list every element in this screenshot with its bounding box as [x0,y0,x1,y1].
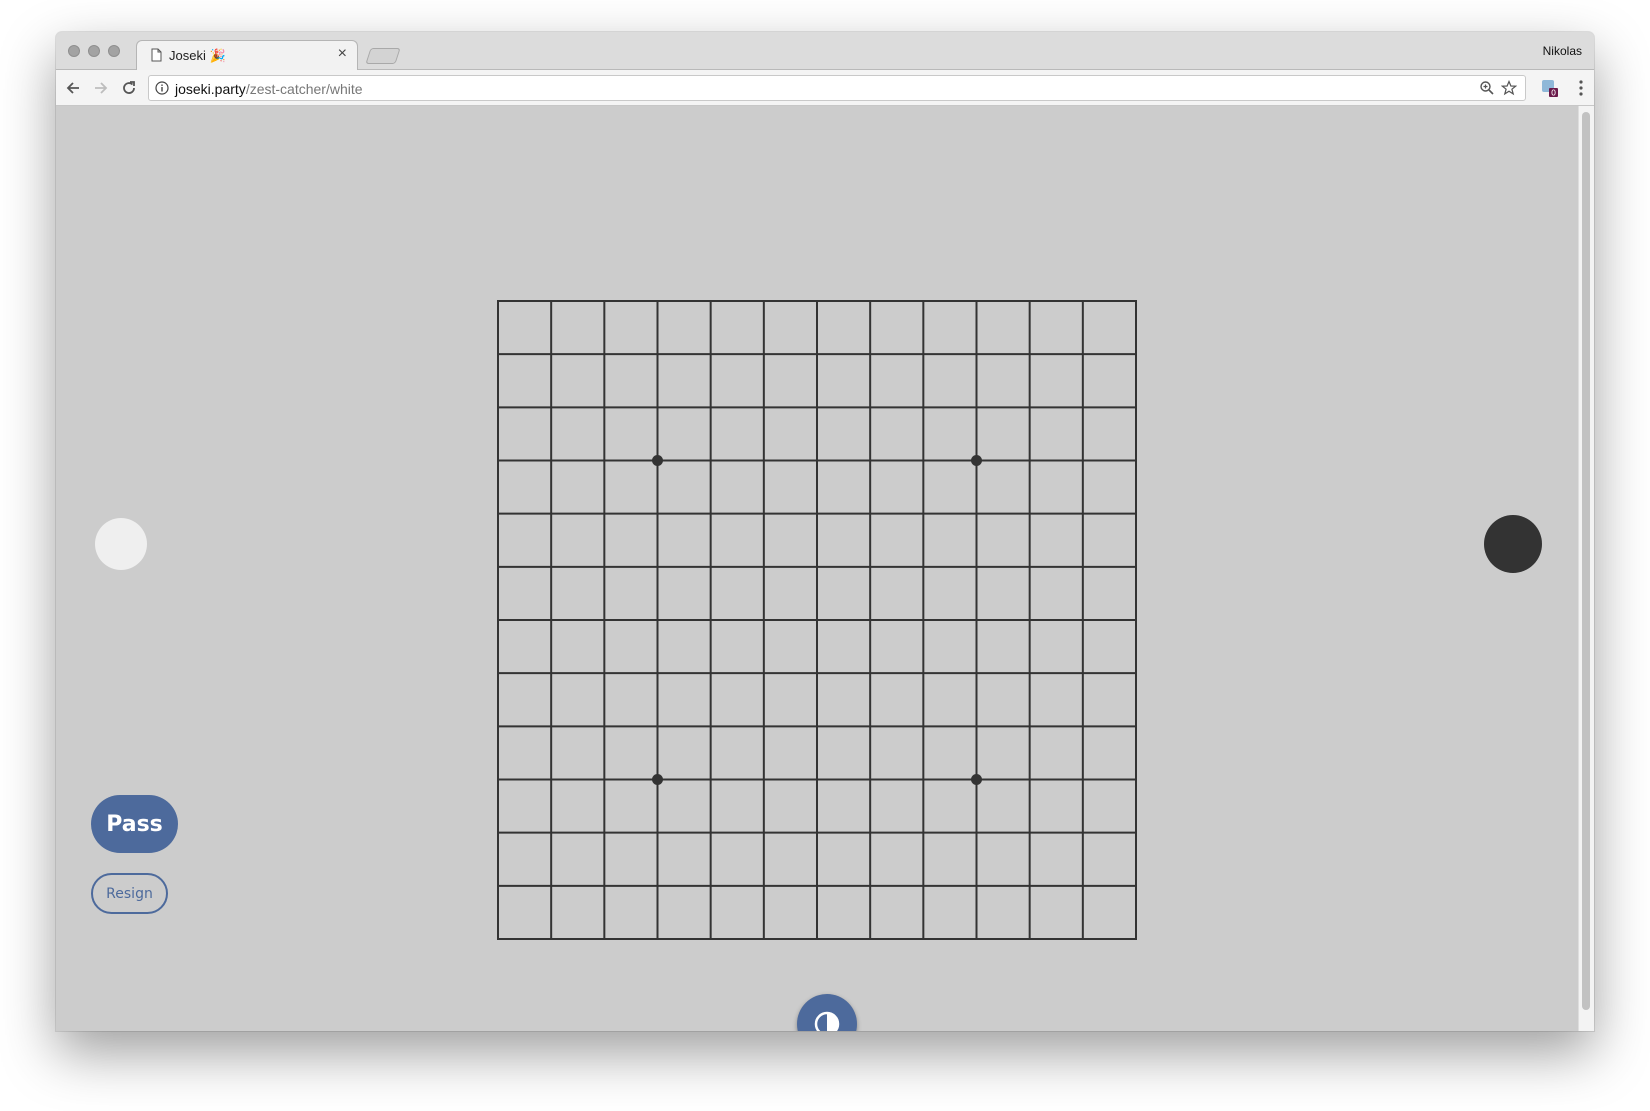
reload-icon[interactable] [118,77,140,99]
extension-icon[interactable]: 0 [1540,78,1560,98]
window-minimize-icon[interactable] [88,45,100,57]
star-point [971,774,982,785]
pass-button[interactable]: Pass [91,795,178,853]
new-tab-button[interactable] [365,48,401,64]
scrollbar-thumb[interactable] [1582,112,1590,1010]
tab-title: Joseki 🎉 [169,48,226,63]
info-icon[interactable] [155,81,169,95]
tab-strip: Joseki 🎉 × Nikolas [56,32,1594,71]
forward-icon[interactable] [90,77,112,99]
zoom-icon[interactable] [1479,80,1495,96]
url-text[interactable]: joseki.party/zest-catcher/white [175,81,363,97]
bookmark-star-icon[interactable] [1501,80,1517,96]
go-board[interactable] [497,300,1137,940]
browser-toolbar: joseki.party/zest-catcher/white 0 [56,70,1594,106]
menu-icon[interactable] [1578,78,1584,98]
black-player-stone [1484,515,1542,573]
page-content: Pass Resign [56,106,1594,1031]
window-close-icon[interactable] [68,45,80,57]
tab-joseki[interactable]: Joseki 🎉 × [136,40,358,71]
contrast-icon [814,1011,840,1031]
svg-text:0: 0 [1551,89,1556,98]
star-point [971,455,982,466]
board-grid[interactable] [497,300,1137,940]
star-point [652,455,663,466]
profile-name[interactable]: Nikolas [1543,44,1582,58]
browser-window: Joseki 🎉 × Nikolas joseki.party/zest-cat… [56,32,1594,1031]
back-icon[interactable] [62,77,84,99]
theme-toggle-button[interactable] [797,994,857,1031]
window-maximize-icon[interactable] [108,45,120,57]
vertical-scrollbar[interactable] [1578,106,1594,1031]
page-icon [151,48,162,62]
resign-button[interactable]: Resign [91,873,168,914]
address-bar[interactable]: joseki.party/zest-catcher/white [148,75,1526,101]
star-point [652,774,663,785]
white-player-stone [95,518,147,570]
tab-close-icon[interactable]: × [338,45,347,62]
